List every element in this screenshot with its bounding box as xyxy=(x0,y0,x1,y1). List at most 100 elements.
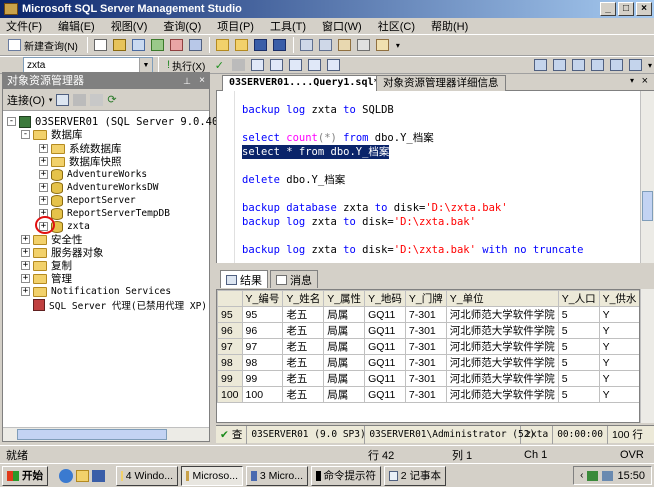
folder-icon[interactable] xyxy=(76,469,89,482)
start-button[interactable]: 开始 xyxy=(2,465,48,486)
column-header[interactable]: Y_属性 xyxy=(323,290,366,307)
registered-servers-button[interactable] xyxy=(299,37,315,53)
uncomment-button[interactable] xyxy=(589,57,605,73)
results-grid[interactable]: Y_编号 Y_姓名 Y_属性 Y_地码 Y_门牌 Y_单位 Y_人口 Y_供水 … xyxy=(216,289,640,423)
grid-vertical-scrollbar[interactable] xyxy=(640,289,654,423)
comment-button[interactable] xyxy=(570,57,586,73)
column-header[interactable]: Y_供水 xyxy=(598,290,639,307)
menu-file[interactable]: 文件(F) xyxy=(6,18,42,34)
increase-indent-button[interactable] xyxy=(627,57,643,73)
menu-query[interactable]: 查询(Q) xyxy=(163,18,201,34)
tab-query1[interactable]: 03SERVER01....Query1.sql* xyxy=(222,75,387,91)
client-stats-button[interactable] xyxy=(325,57,341,73)
cancel-query-button[interactable] xyxy=(230,57,246,73)
menu-community[interactable]: 社区(C) xyxy=(378,18,415,34)
expand-icon[interactable]: + xyxy=(39,170,48,179)
expand-icon[interactable]: + xyxy=(21,235,30,244)
ie-icon[interactable] xyxy=(59,468,73,483)
taskbar-item-cmd[interactable]: 命令提示符 xyxy=(311,465,381,486)
tree-node-databases[interactable]: - 数据库 xyxy=(21,128,83,141)
display-plan-button[interactable] xyxy=(287,57,303,73)
sql-editor[interactable]: backup log zxta to SQLDB select count(*)… xyxy=(216,91,640,263)
tree-node-management[interactable]: + 管理 xyxy=(21,272,72,285)
desktop-icon[interactable] xyxy=(92,469,105,482)
stop-icon[interactable] xyxy=(73,93,87,106)
table-row[interactable]: 99 99 老五 局属 GQ11 7-301 河北师范大学软件学院 5 Y xyxy=(217,370,639,387)
taskbar-item-windows[interactable]: 4 Windo... xyxy=(116,465,178,486)
results-to-grid-button[interactable] xyxy=(268,57,284,73)
expand-icon[interactable]: + xyxy=(39,144,48,153)
close-icon[interactable]: × xyxy=(642,75,648,87)
toolbar-options-icon[interactable]: ▾ xyxy=(394,37,402,53)
column-header[interactable]: Y_编号 xyxy=(241,290,284,307)
properties-button[interactable] xyxy=(356,37,372,53)
collapse-icon[interactable]: - xyxy=(7,117,16,126)
expand-icon[interactable]: + xyxy=(39,196,48,205)
taskbar-item-microsoft[interactable]: 3 Micro... xyxy=(246,465,308,486)
dmx-query-button[interactable] xyxy=(150,37,166,53)
expand-icon[interactable]: + xyxy=(21,287,30,296)
menu-view[interactable]: 视图(V) xyxy=(111,18,148,34)
menu-edit[interactable]: 编辑(E) xyxy=(58,18,95,34)
chevron-left-icon[interactable]: ‹ xyxy=(580,470,583,481)
tree-node-agent[interactable]: SQL Server 代理(已禁用代理 XP) xyxy=(33,298,207,312)
template-explorer-button[interactable] xyxy=(337,37,353,53)
open-button[interactable] xyxy=(215,37,231,53)
table-row[interactable]: 100 100 老五 局属 GQ11 7-301 河北师范大学软件学院 5 Y xyxy=(217,386,639,403)
horizontal-scrollbar[interactable] xyxy=(3,427,209,441)
toolbar-options-icon[interactable]: ▾ xyxy=(646,57,654,73)
tab-messages[interactable]: 消息 xyxy=(270,270,318,288)
toolbox-button[interactable] xyxy=(375,37,391,53)
expand-icon[interactable]: + xyxy=(21,261,30,270)
close-icon[interactable]: × xyxy=(199,73,205,89)
results-to-text-button[interactable] xyxy=(249,57,265,73)
close-button[interactable]: × xyxy=(636,2,652,16)
db-engine-query-button[interactable] xyxy=(112,37,128,53)
new-query-button[interactable]: 新建查询(N) xyxy=(4,37,82,53)
menu-tools[interactable]: 工具(T) xyxy=(270,18,306,34)
chevron-down-icon[interactable]: ▾ xyxy=(49,96,53,104)
filter-icon[interactable] xyxy=(90,93,104,106)
table-row[interactable]: 96 96 老五 局属 GQ11 7-301 河北师范大学软件学院 5 Y xyxy=(217,322,639,339)
column-header[interactable]: Y_姓名 xyxy=(282,290,325,307)
expand-icon[interactable]: + xyxy=(21,274,30,283)
results-to-file-button[interactable] xyxy=(532,57,548,73)
tree-node-db-reportserver[interactable]: + ReportServer xyxy=(39,194,136,207)
object-explorer-button[interactable] xyxy=(318,37,334,53)
tree-node-db-adventureworks[interactable]: + AdventureWorks xyxy=(39,168,147,181)
mobile-query-button[interactable] xyxy=(188,37,204,53)
pin-icon[interactable]: ⊥ xyxy=(183,73,191,89)
decrease-indent-button[interactable] xyxy=(608,57,624,73)
disconnect-icon[interactable] xyxy=(56,93,70,106)
results-grid-button[interactable] xyxy=(551,57,567,73)
table-row[interactable]: 95 95 老五 局属 GQ11 7-301 河北师范大学软件学院 5 Y xyxy=(217,306,639,323)
xmla-query-button[interactable] xyxy=(169,37,185,53)
expand-icon[interactable]: + xyxy=(39,183,48,192)
expand-icon[interactable]: + xyxy=(39,157,48,166)
maximize-button[interactable]: □ xyxy=(618,2,634,16)
menu-project[interactable]: 项目(P) xyxy=(217,18,254,34)
editor-vertical-scrollbar[interactable] xyxy=(640,91,654,263)
network-icon[interactable] xyxy=(602,470,614,481)
tab-oe-details[interactable]: 对象资源管理器详细信息 xyxy=(376,75,506,91)
tree-node-db-reportservertempdb[interactable]: + ReportServerTempDB xyxy=(39,207,170,220)
column-header[interactable]: Y_门牌 xyxy=(404,290,447,307)
tray-icon[interactable] xyxy=(587,470,599,481)
menu-help[interactable]: 帮助(H) xyxy=(431,18,468,34)
query-options-button[interactable] xyxy=(306,57,322,73)
database-selector[interactable]: zxta ▼ xyxy=(23,56,153,74)
execute-button[interactable]: ! 执行(X) xyxy=(164,57,208,73)
save-button[interactable] xyxy=(253,37,269,53)
tab-results[interactable]: 结果 xyxy=(220,270,268,288)
olap-query-button[interactable] xyxy=(131,37,147,53)
chevron-down-icon[interactable]: ▾ xyxy=(630,76,634,85)
minimize-button[interactable]: _ xyxy=(600,2,616,16)
save-all-button[interactable] xyxy=(272,37,288,53)
column-header[interactable]: Y_人口 xyxy=(557,290,600,307)
column-header[interactable]: Y_地码 xyxy=(364,290,406,307)
table-row[interactable]: 98 98 老五 局属 GQ11 7-301 河北师范大学软件学院 5 Y xyxy=(217,354,639,371)
expand-icon[interactable]: + xyxy=(21,248,30,257)
parse-button[interactable]: ✓ xyxy=(211,57,227,73)
refresh-icon[interactable]: ⟳ xyxy=(107,93,116,106)
tree-node-snapshots[interactable]: + 数据库快照 xyxy=(39,155,122,168)
